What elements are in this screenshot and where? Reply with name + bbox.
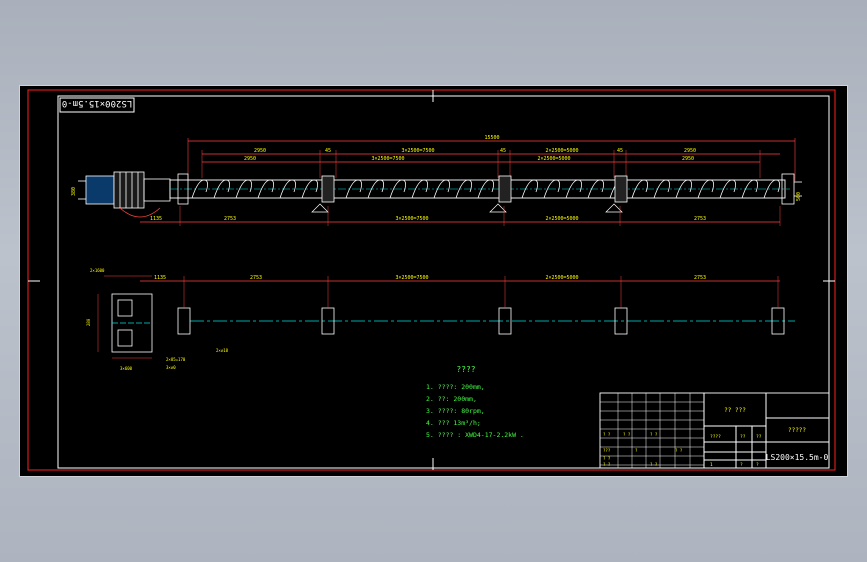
dim-plan-3: 3×2500=7500 bbox=[395, 275, 428, 281]
dim-sub-1: 2950 bbox=[244, 156, 256, 162]
tb-code: LS200×15.5m-0 bbox=[766, 453, 829, 462]
tb-row-6: ? bbox=[756, 462, 759, 468]
dim-plan-4: 2×2500=5000 bbox=[545, 275, 578, 281]
dim-seg-1: 2950 bbox=[254, 148, 266, 154]
tb-left-2: ? ? bbox=[623, 432, 631, 437]
tb-row-3: ?? bbox=[756, 434, 762, 440]
supports-top bbox=[311, 203, 623, 213]
tech-note-2: 2. ??: 200mm, bbox=[426, 395, 477, 403]
tb-left-5: ? bbox=[635, 448, 638, 453]
screw-trough bbox=[169, 179, 790, 199]
tb-row-4: 1 bbox=[710, 462, 713, 468]
side-label-right: 500 bbox=[796, 192, 802, 201]
tb-left-1: ? ? bbox=[603, 432, 611, 437]
dim-seg-5: 2×2500=5000 bbox=[545, 148, 578, 154]
dim-sub-2: 3×2500=7500 bbox=[371, 156, 404, 162]
section-label-3: 2×85=170 bbox=[166, 357, 186, 362]
cad-viewport[interactable]: LS200×15.5m-0 15500 2950 45 3×2500=7500 … bbox=[19, 85, 848, 477]
tb-left-8: ? ? bbox=[650, 462, 658, 467]
tb-left-6: ? ? bbox=[603, 456, 611, 461]
tb-left-9: ? ? bbox=[675, 448, 683, 453]
dim-seg-2: 45 bbox=[325, 148, 331, 154]
tb-left-3: ? ? bbox=[650, 432, 658, 437]
tb-header-1: ?? ??? bbox=[724, 407, 746, 414]
tb-left-4: ??? bbox=[603, 448, 611, 453]
dim-plan-5: 2753 bbox=[694, 275, 706, 281]
tech-note-4: 4. ??? 13m³/h; bbox=[426, 419, 481, 427]
tb-left-7: ? ? bbox=[603, 462, 611, 467]
tech-note-5: 5. ???? : XWD4-17-2.2kW . bbox=[426, 431, 524, 439]
dim-lower-3: 3×2500=7500 bbox=[395, 216, 428, 222]
dim-seg-4: 45 bbox=[500, 148, 506, 154]
dim-seg-3: 3×2500=7500 bbox=[401, 148, 434, 154]
section-label-2: 280 bbox=[86, 318, 91, 326]
motor-reducer bbox=[78, 171, 171, 218]
side-label-left: 380 bbox=[71, 187, 77, 196]
dim-plan-1: 1135 bbox=[154, 275, 166, 281]
dim-lower-4: 2×2500=5000 bbox=[545, 216, 578, 222]
dim-seg-6: 45 bbox=[617, 148, 623, 154]
tb-row-5: ? bbox=[740, 462, 743, 468]
dim-seg-7: 2950 bbox=[684, 148, 696, 154]
title-box-text: LS200×15.5m-0 bbox=[62, 98, 132, 108]
tech-note-3: 3. ????: 80rpm, bbox=[426, 407, 485, 415]
dim-lower-1: 1135 bbox=[150, 216, 162, 222]
tb-row-1: ???? bbox=[710, 434, 721, 440]
tb-row-2: ?? bbox=[740, 434, 746, 440]
dim-sub-3: 2×2500=5000 bbox=[537, 156, 570, 162]
dim-plan-2: 2753 bbox=[250, 275, 262, 281]
section-label-1: 2×1600 bbox=[90, 268, 105, 273]
cad-drawing: LS200×15.5m-0 15500 2950 45 3×2500=7500 … bbox=[27, 89, 836, 471]
dim-overall-label: 15500 bbox=[484, 135, 499, 141]
section-detail bbox=[111, 293, 153, 353]
dim-sub-4: 2950 bbox=[682, 156, 694, 162]
tech-notes: 1. ????: 200mm, 2. ??: 200mm, 3. ????: 8… bbox=[426, 383, 524, 439]
dim-lower-5: 2753 bbox=[694, 216, 706, 222]
section-label-4: 3×600 bbox=[120, 366, 133, 371]
tech-note-1: 1. ????: 200mm, bbox=[426, 383, 485, 391]
tb-header-2: ????? bbox=[788, 427, 806, 434]
section-label-5: 2×∅18 bbox=[216, 348, 229, 353]
dim-lower-2: 2753 bbox=[224, 216, 236, 222]
section-label-6: 3×∅0 bbox=[166, 365, 176, 370]
tech-title: ???? bbox=[456, 365, 475, 374]
